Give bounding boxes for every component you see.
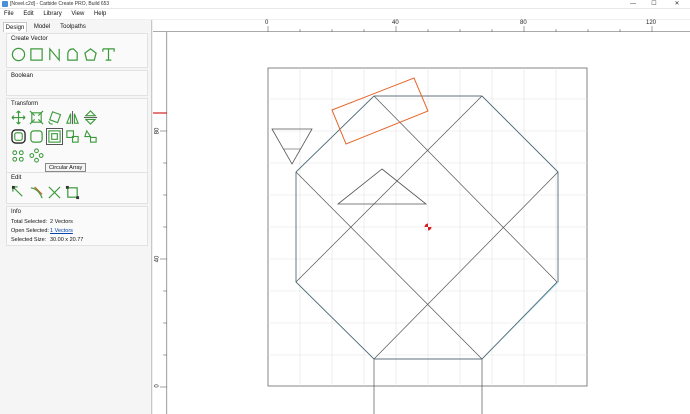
scale-icon[interactable] (28, 109, 45, 126)
design-panel: Design Model Toolpaths Create Vector Boo… (0, 20, 152, 414)
trim-icon[interactable] (28, 184, 45, 201)
bounding-box-icon[interactable] (64, 184, 81, 201)
ruler-left-label-0: 0 (154, 384, 161, 388)
design-canvas[interactable] (168, 32, 690, 414)
ruler-top-label-0: 0 (265, 20, 269, 26)
selected-size-label: Selected Size: (11, 237, 47, 243)
app-icon (2, 1, 8, 7)
total-selected-row: Total Selected: 2 Vectors (11, 219, 73, 225)
polyline-icon[interactable] (46, 46, 63, 63)
cut-icon[interactable] (46, 184, 63, 201)
polygon-icon[interactable] (82, 46, 99, 63)
close-button[interactable]: ✕ (668, 0, 686, 9)
menu-view[interactable]: View (71, 9, 84, 19)
transform-heading: Transform (11, 101, 39, 107)
menu-file[interactable]: File (4, 9, 14, 19)
vertical-ruler: 80 40 0 (153, 32, 167, 414)
ruler-left-label-40: 40 (154, 255, 161, 263)
distribute-icon[interactable] (82, 128, 99, 145)
tab-toolpaths[interactable]: Toolpaths (56, 22, 90, 32)
selected-size-row: Selected Size: 30.00 x 20.77 (11, 237, 83, 243)
offset-icon[interactable] (10, 128, 27, 145)
menu-edit[interactable]: Edit (23, 9, 33, 19)
selected-size-value: 30.00 x 20.77 (50, 237, 84, 243)
circle-icon[interactable] (10, 46, 27, 63)
open-selected-label: Open Selected: (11, 228, 49, 234)
edit-heading: Edit (11, 175, 22, 181)
total-selected-value: 2 Vectors (50, 219, 73, 225)
menu-help[interactable]: Help (94, 9, 106, 19)
circular-array-icon[interactable] (28, 147, 45, 164)
menu-bar: File Edit Library View Help (0, 9, 690, 19)
rectangle-icon[interactable] (28, 46, 45, 63)
info-section: Info Total Selected: 2 Vectors Open Selec… (6, 206, 148, 246)
window-title: [Novel.c2d] - Carbide Create PRO, Build … (10, 1, 110, 7)
ruler-top-label-40: 40 (392, 20, 399, 26)
origin-marker (424, 223, 432, 231)
boolean-heading: Boolean (11, 73, 34, 79)
create-vector-section: Create Vector (6, 33, 148, 68)
open-selected-link[interactable]: 1 Vectors (50, 228, 73, 234)
menu-library[interactable]: Library (43, 9, 61, 19)
circular-array-tooltip: Circular Array (45, 163, 87, 172)
title-bar: [Novel.c2d] - Carbide Create PRO, Build … (0, 0, 690, 9)
ruler-top-label-120: 120 (646, 20, 657, 26)
linear-array-icon[interactable] (10, 147, 27, 164)
horizontal-ruler: 0 40 80 120 (153, 20, 690, 32)
fillet-icon[interactable] (28, 128, 45, 145)
align-icon[interactable] (64, 128, 81, 145)
total-selected-label: Total Selected: (11, 219, 48, 225)
info-heading: Info (11, 209, 22, 215)
curve-icon[interactable] (64, 46, 81, 63)
open-selected-row: Open Selected:1 Vectors (11, 228, 73, 234)
move-icon[interactable] (10, 109, 27, 126)
rotate-icon[interactable] (46, 109, 63, 126)
minimize-button[interactable]: — (624, 0, 642, 9)
tab-design[interactable]: Design (3, 22, 27, 32)
node-edit-icon[interactable] (10, 184, 27, 201)
edit-section: Edit (6, 172, 148, 204)
ruler-left-label-80: 80 (154, 127, 161, 135)
text-icon[interactable] (100, 46, 117, 63)
flip-icon[interactable] (82, 109, 99, 126)
create-vector-heading: Create Vector (11, 36, 48, 42)
mirror-icon[interactable] (64, 109, 81, 126)
ruler-top-label-80: 80 (520, 20, 527, 26)
boolean-section: Boolean (6, 70, 148, 96)
inset-icon[interactable] (46, 128, 63, 145)
tab-model[interactable]: Model (30, 22, 54, 32)
maximize-button[interactable]: ☐ (645, 0, 663, 9)
